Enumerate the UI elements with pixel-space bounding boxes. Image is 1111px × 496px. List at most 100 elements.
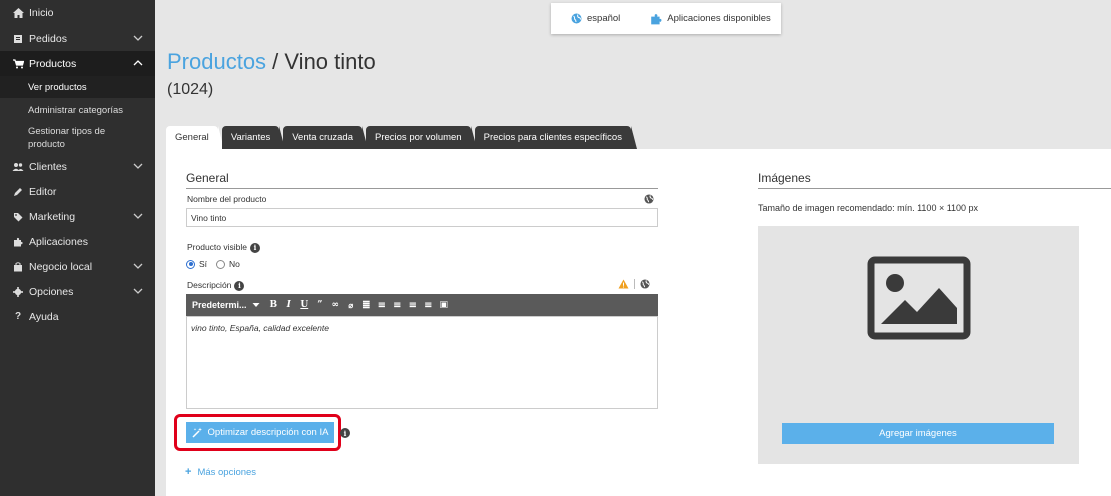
sidebar-item-editor[interactable]: Editor: [0, 179, 155, 204]
unlink-icon[interactable]: ⌀: [343, 294, 359, 316]
apps-label: Aplicaciones disponibles: [667, 13, 771, 24]
ordered-list-icon[interactable]: ≣: [359, 294, 375, 316]
sidebar-subitem-ver-productos[interactable]: Ver productos: [0, 76, 155, 98]
sidebar: Inicio Pedidos Productos Ver productos A…: [0, 0, 155, 496]
sidebar-item-ayuda[interactable]: ? Ayuda: [0, 304, 155, 329]
description-status: [618, 279, 650, 289]
sidebar-item-opciones[interactable]: Opciones: [0, 279, 155, 304]
underline-icon[interactable]: U: [297, 294, 313, 316]
magic-wand-icon: [192, 427, 202, 438]
visible-no-label: No: [229, 259, 240, 269]
puzzle-icon: [11, 237, 25, 247]
tab-general[interactable]: General: [166, 126, 224, 149]
visible-yes-radio[interactable]: [186, 259, 195, 269]
page-title: Productos / Vino tinto: [167, 49, 376, 75]
general-section-title: General: [186, 171, 229, 185]
product-id: (1024): [167, 81, 214, 98]
chevron-down-icon[interactable]: [133, 261, 143, 271]
content-panel: General Nombre del producto Vino tinto P…: [166, 149, 1111, 496]
pencil-icon: [11, 187, 25, 197]
globe-icon[interactable]: [640, 279, 650, 289]
info-icon[interactable]: i: [234, 280, 245, 291]
globe-icon[interactable]: [644, 194, 654, 204]
sidebar-item-label: Productos: [29, 57, 77, 70]
separator: [634, 279, 635, 289]
format-select[interactable]: Predetermi...: [186, 300, 266, 310]
home-icon: [11, 8, 25, 18]
sidebar-item-marketing[interactable]: Marketing: [0, 204, 155, 229]
sidebar-item-label: Editor: [29, 185, 57, 198]
sidebar-item-label: Pedidos: [29, 32, 67, 45]
product-name-heading: Vino tinto: [284, 49, 376, 74]
sidebar-item-label: Ayuda: [29, 310, 59, 323]
description-text: vino tinto, España, calidad excelente: [191, 323, 329, 333]
sidebar-item-negocio-local[interactable]: Negocio local: [0, 254, 155, 279]
divider: [758, 188, 1111, 189]
image-insert-icon[interactable]: ▣: [436, 294, 452, 316]
align-right-icon[interactable]: ≡: [421, 294, 437, 316]
sidebar-item-label: Aplicaciones: [29, 235, 88, 248]
breadcrumb-productos[interactable]: Productos: [167, 49, 266, 74]
orders-icon: [11, 34, 25, 44]
tag-icon: [11, 212, 25, 222]
language-label: español: [587, 13, 621, 24]
sidebar-item-pedidos[interactable]: Pedidos: [0, 26, 155, 51]
image-size-hint: Tamaño de imagen recomendado: mín. 1100 …: [758, 203, 979, 213]
sidebar-item-label: Marketing: [29, 210, 76, 223]
more-options-link[interactable]: + Más opciones: [185, 466, 256, 478]
optimize-ai-label: Optimizar descripción con IA: [207, 427, 329, 438]
chevron-down-icon[interactable]: [133, 211, 143, 221]
language-selector[interactable]: español: [571, 13, 620, 24]
quote-icon[interactable]: ”: [312, 294, 328, 316]
sidebar-subitem-administrar-categorias[interactable]: Administrar categorías: [0, 98, 155, 122]
sidebar-item-inicio[interactable]: Inicio: [0, 0, 155, 26]
editor-toolbar: Predetermi... B I U ” ∞ ⌀ ≣ ≡ ≡ ≡ ≡ ▣: [186, 294, 658, 316]
divider: [186, 188, 658, 189]
optimize-ai-button[interactable]: Optimizar descripción con IA: [186, 422, 334, 443]
apps-available-link[interactable]: Aplicaciones disponibles: [650, 13, 771, 25]
format-select-value: Predetermi...: [192, 300, 247, 310]
top-toolbar: español Aplicaciones disponibles: [551, 3, 781, 34]
visible-no-radio[interactable]: [216, 259, 226, 269]
align-left-icon[interactable]: ≡: [390, 294, 406, 316]
italic-icon[interactable]: I: [281, 294, 297, 316]
sidebar-item-productos[interactable]: Productos: [0, 51, 155, 76]
align-center-icon[interactable]: ≡: [405, 294, 421, 316]
image-dropzone[interactable]: Agregar imágenes: [758, 226, 1079, 464]
visible-yes-label: Sí: [199, 259, 208, 269]
plus-icon: +: [185, 466, 192, 478]
chevron-down-icon[interactable]: [133, 33, 143, 43]
product-name-input[interactable]: Vino tinto: [186, 208, 658, 227]
sidebar-item-aplicaciones[interactable]: Aplicaciones: [0, 229, 155, 254]
chevron-down-icon[interactable]: [133, 286, 143, 296]
chevron-up-icon[interactable]: [133, 58, 143, 68]
gear-icon: [11, 286, 25, 297]
product-name-value: Vino tinto: [191, 212, 227, 223]
warning-icon[interactable]: [618, 279, 629, 289]
puzzle-icon: [651, 13, 662, 24]
info-icon[interactable]: i: [250, 242, 261, 253]
link-icon[interactable]: ∞: [328, 294, 344, 316]
info-icon[interactable]: i: [340, 428, 350, 438]
sidebar-item-label: Clientes: [29, 160, 67, 173]
tab-variantes[interactable]: Variantes: [221, 126, 286, 149]
sidebar-item-label: Opciones: [29, 285, 74, 298]
add-images-button[interactable]: Agregar imágenes: [782, 423, 1054, 444]
bold-icon[interactable]: B: [266, 294, 282, 316]
visible-radio-group: Sí No: [186, 259, 240, 269]
tab-precios-volumen[interactable]: Precios por volumen: [366, 126, 477, 149]
visible-label-text: Producto visible: [187, 242, 248, 252]
caret-down-icon: [252, 303, 260, 307]
description-editor[interactable]: vino tinto, España, calidad excelente: [186, 316, 658, 409]
image-placeholder-icon: [867, 256, 971, 340]
help-icon: ?: [14, 311, 22, 322]
store-icon: [11, 261, 25, 272]
tab-venta-cruzada[interactable]: Venta cruzada: [283, 126, 368, 149]
description-label-text: Descripción: [187, 280, 232, 290]
chevron-down-icon[interactable]: [133, 161, 143, 171]
sidebar-subitem-gestionar-tipos[interactable]: Gestionar tipos de producto: [0, 122, 155, 154]
sidebar-item-clientes[interactable]: Clientes: [0, 154, 155, 179]
bullet-list-icon[interactable]: ≡: [374, 294, 390, 316]
sidebar-item-label: Negocio local: [29, 260, 93, 273]
tab-precios-clientes[interactable]: Precios para clientes específicos: [474, 126, 638, 149]
